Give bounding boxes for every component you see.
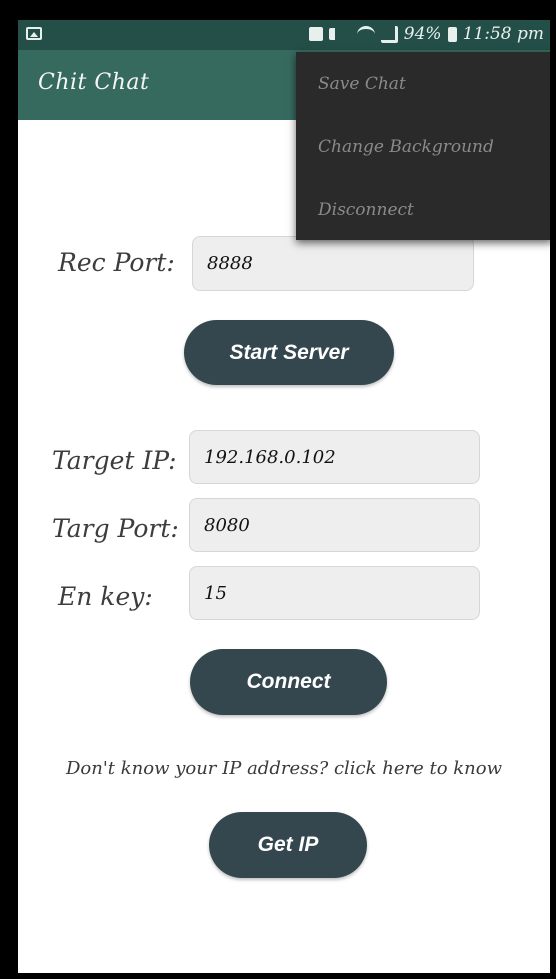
gallery-icon xyxy=(26,27,42,40)
battery-icon xyxy=(447,26,457,42)
clock: 11:58 pm xyxy=(462,24,544,44)
en-key-field[interactable] xyxy=(189,566,480,620)
signal-icon xyxy=(380,25,398,43)
rec-port-input[interactable] xyxy=(207,253,473,274)
mute-icon xyxy=(328,28,351,40)
app-title: Chit Chat xyxy=(38,70,150,95)
rec-port-label: Rec Port: xyxy=(58,248,175,277)
wifi-icon xyxy=(356,25,375,43)
connect-button[interactable]: Connect xyxy=(190,649,387,715)
menu-item-save-chat[interactable]: Save Chat xyxy=(318,74,406,94)
get-ip-button[interactable]: Get IP xyxy=(209,812,367,878)
screen: 94% 11:58 pm Chit Chat Rec Port: Start S… xyxy=(18,20,550,973)
targ-port-field[interactable] xyxy=(189,498,480,552)
menu-item-change-background[interactable]: Change Background xyxy=(318,137,494,157)
overflow-menu: Save Chat Change Background Disconnect xyxy=(296,52,550,240)
rec-port-field[interactable] xyxy=(192,236,474,291)
en-key-label: En key: xyxy=(58,582,153,611)
target-ip-input[interactable] xyxy=(204,446,479,468)
ip-help-link[interactable]: Don't know your IP address? click here t… xyxy=(18,758,550,779)
battery-percent: 94% xyxy=(403,24,442,44)
start-server-button[interactable]: Start Server xyxy=(184,320,394,385)
targ-port-input[interactable] xyxy=(204,514,479,536)
status-icons: 94% 11:58 pm xyxy=(308,24,544,44)
targ-port-label: Targ Port: xyxy=(52,514,179,543)
menu-item-disconnect[interactable]: Disconnect xyxy=(318,200,414,220)
en-key-input[interactable] xyxy=(204,582,479,604)
target-ip-label: Target IP: xyxy=(52,446,177,475)
status-bar: 94% 11:58 pm xyxy=(18,20,550,50)
target-ip-field[interactable] xyxy=(189,430,480,484)
notification-icon xyxy=(308,27,323,41)
